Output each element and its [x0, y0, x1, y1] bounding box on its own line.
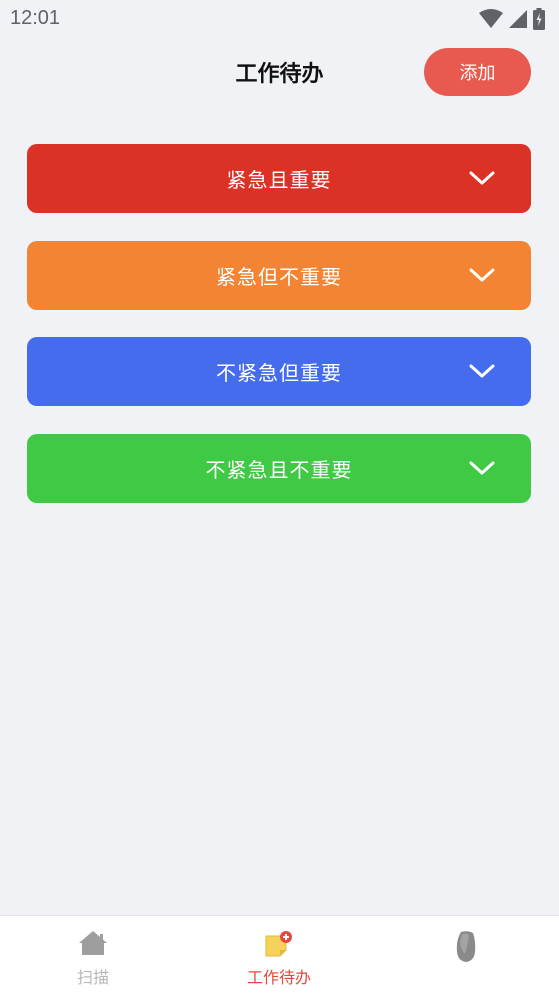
tab-scan[interactable]: 扫描 — [0, 916, 186, 994]
category-not-urgent-important[interactable]: 不紧急但重要 — [27, 337, 531, 406]
category-not-urgent-not-important[interactable]: 不紧急且不重要 — [27, 434, 531, 503]
tab-work-todo[interactable]: 工作待办 — [186, 916, 372, 994]
chevron-down-icon[interactable] — [469, 266, 495, 284]
category-label: 紧急且重要 — [226, 168, 332, 192]
tab-bar: 扫描 工作待办 — [0, 915, 559, 994]
stone-icon — [456, 931, 476, 962]
category-urgent-not-important[interactable]: 紧急但不重要 — [27, 241, 531, 310]
tab-label: 扫描 — [76, 968, 109, 987]
battery-icon — [533, 8, 545, 30]
status-bar: 12:01 — [0, 0, 559, 40]
chevron-down-icon[interactable] — [469, 362, 495, 380]
tab-third[interactable] — [373, 916, 559, 994]
category-urgent-important[interactable]: 紧急且重要 — [27, 144, 531, 213]
chevron-down-icon[interactable] — [469, 169, 495, 187]
status-time: 12:01 — [10, 7, 61, 29]
status-icons — [479, 8, 545, 30]
signal-icon — [509, 10, 527, 28]
nav-header: 工作待办 添加 — [0, 40, 559, 104]
category-label: 不紧急但重要 — [216, 361, 342, 385]
wifi-icon — [479, 9, 503, 28]
category-label: 不紧急且不重要 — [205, 458, 353, 482]
add-button[interactable]: 添加 — [424, 48, 531, 96]
tab-label: 工作待办 — [246, 968, 311, 987]
home-icon — [79, 931, 107, 955]
category-label: 紧急但不重要 — [216, 265, 342, 289]
chevron-down-icon[interactable] — [469, 459, 495, 477]
note-add-icon — [265, 931, 292, 957]
